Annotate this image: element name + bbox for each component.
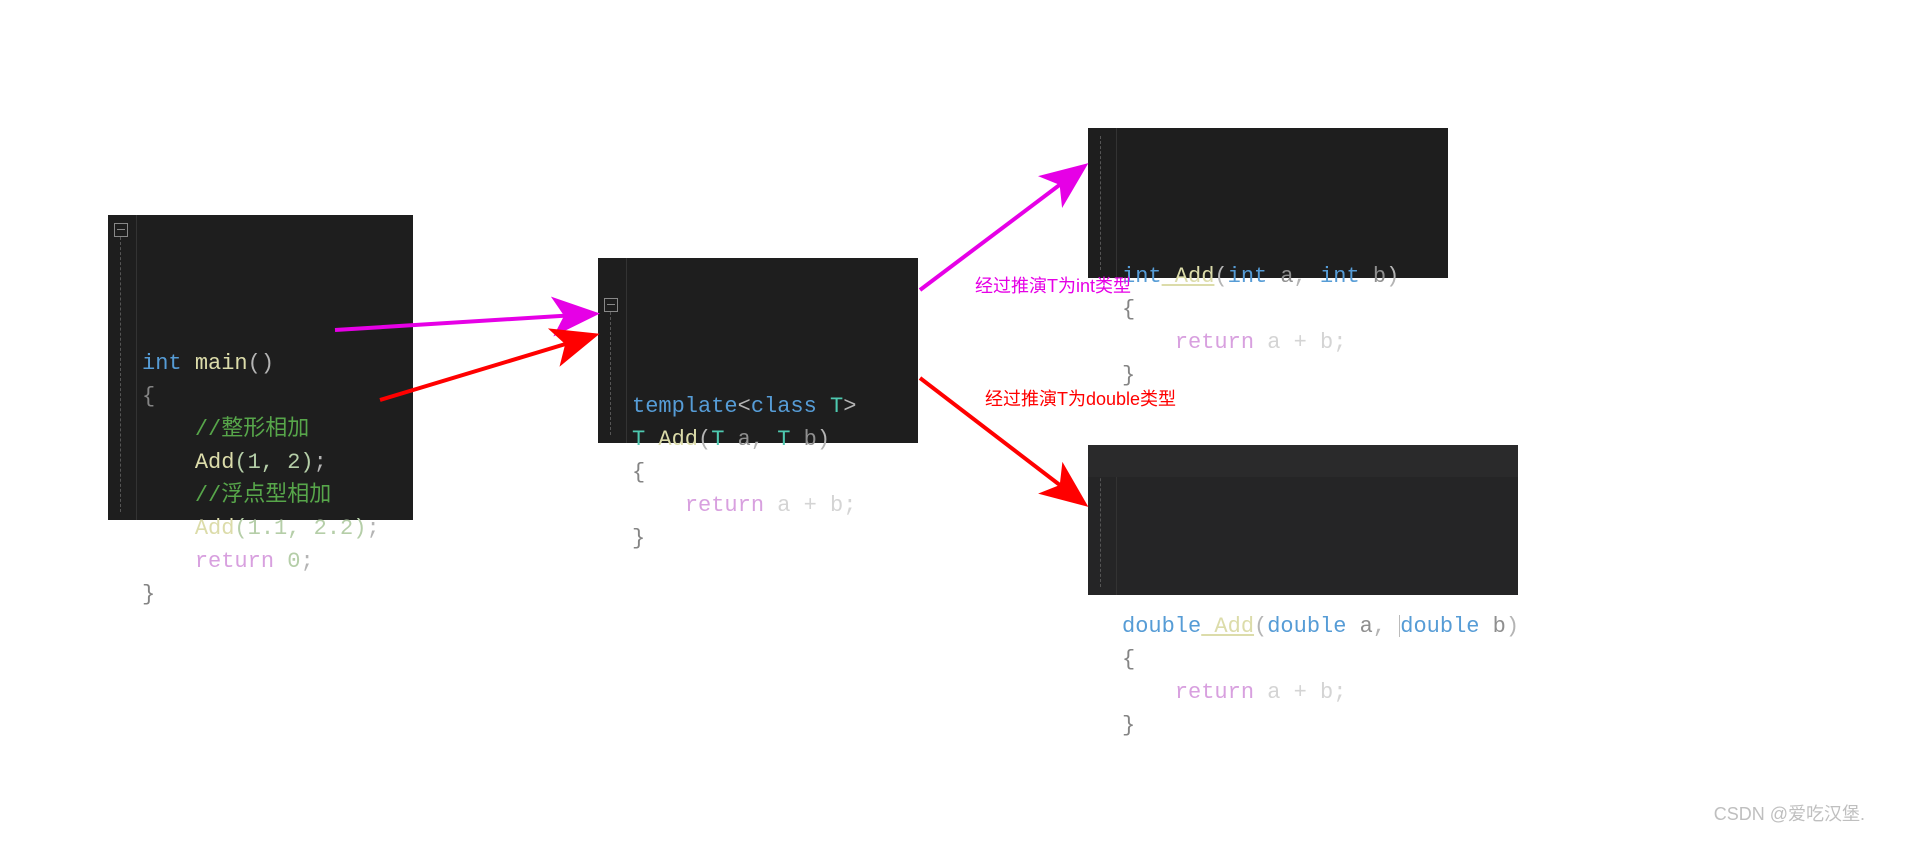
code-block-int-spec: int Add(int a, int b) { return a + b; }	[1088, 128, 1448, 278]
func-main: main	[195, 351, 248, 376]
gutter	[598, 258, 627, 443]
fold-indicator-icon	[114, 223, 128, 237]
code-block-template: template<class T> T Add(T a, T b) { retu…	[598, 258, 918, 443]
label-int-deduction: 经过推演T为int类型	[975, 272, 1131, 298]
func-add-double: Add	[1201, 614, 1254, 639]
code-block-main: int main() { //整形相加 Add(1, 2); //浮点型相加 A…	[108, 215, 413, 520]
fold-indicator-icon	[604, 298, 618, 312]
label-double-deduction: 经过推演T为double类型	[985, 385, 1176, 411]
keyword-int: int	[142, 351, 182, 376]
watermark: CSDN @爱吃汉堡.	[1714, 800, 1865, 826]
comment-int: //整形相加	[195, 417, 309, 442]
func-add-int: Add	[1162, 264, 1215, 289]
gutter	[108, 215, 137, 520]
comment-float: //浮点型相加	[195, 483, 331, 508]
gutter	[1088, 128, 1117, 278]
code-block-double-spec: double Add(double a, double b) { return …	[1088, 445, 1518, 595]
